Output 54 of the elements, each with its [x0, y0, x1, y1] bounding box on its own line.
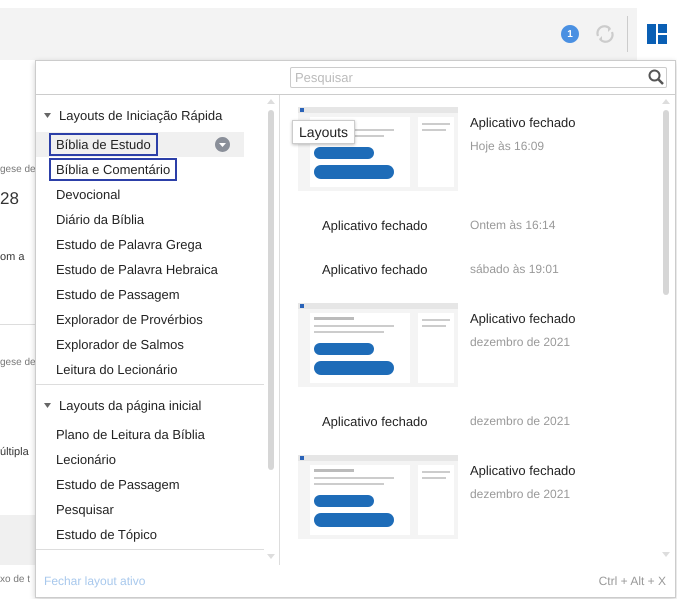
scroll-up-icon[interactable] [267, 99, 275, 104]
layout-item[interactable]: Devocional [49, 183, 128, 206]
keyboard-shortcut: Ctrl + Alt + X [598, 574, 666, 588]
history-title[interactable]: Aplicativo fechado [298, 414, 470, 429]
collapse-caret-icon [44, 113, 51, 118]
scroll-down-icon[interactable] [267, 554, 275, 560]
layout-item[interactable]: Estudo de Palavra Grega [49, 233, 209, 256]
section-header[interactable]: Layouts de Iniciação Rápida [36, 103, 279, 128]
history-time: Ontem às 16:14 [470, 218, 556, 232]
scroll-up-icon[interactable] [662, 99, 670, 104]
screenshot-thumbnail-drawing[interactable] [298, 107, 458, 192]
collapse-caret-icon [44, 403, 51, 408]
history-title[interactable]: Aplicativo fechado [470, 311, 576, 326]
search-icon[interactable] [648, 69, 664, 86]
layout-item[interactable]: Estudo de Palavra Hebraica [49, 258, 225, 282]
layout-item[interactable]: Explorador de Salmos [49, 333, 191, 356]
background-text: gese de [0, 357, 35, 368]
background-text: gese de [0, 164, 35, 175]
history-title[interactable]: Aplicativo fechado [298, 262, 470, 277]
scrollbar-thumb[interactable] [268, 110, 274, 470]
layout-item[interactable]: Pesquisar [49, 498, 121, 522]
section-header[interactable]: Layouts da página inicial [36, 393, 279, 418]
sync-icon[interactable] [594, 23, 616, 45]
history-time: sábado às 19:01 [470, 262, 559, 276]
screenshot-thumbnail-drawing[interactable] [298, 455, 458, 540]
history-title[interactable]: Aplicativo fechado [470, 463, 576, 478]
background-text: 28 [0, 189, 20, 209]
layout-item[interactable]: Lecionário [49, 448, 123, 472]
list-item-highlight[interactable]: Bíblia de Estudo [36, 132, 244, 158]
history-time: dezembro de 2021 [470, 335, 572, 350]
background-text: últipla [0, 446, 30, 458]
history-title[interactable]: Aplicativo fechado [298, 218, 470, 233]
tooltip: Layouts [292, 120, 356, 144]
history-time: Hoje às 16:09 [470, 139, 546, 154]
dropdown-icon[interactable] [215, 137, 230, 152]
background-text: xo de t [0, 574, 32, 585]
history-title[interactable]: Aplicativo fechado [470, 115, 576, 130]
outlined-layout-item[interactable]: Bíblia e Comentário [49, 158, 178, 182]
layout-item[interactable]: Estudo de Passagem [49, 283, 187, 306]
layout-item[interactable]: Explorador de Provérbios [49, 308, 210, 332]
scroll-down-icon[interactable] [662, 552, 670, 558]
layout-item[interactable]: Estudo de Tópico [49, 523, 164, 546]
layout-item[interactable]: Plano de Leitura da Bíblia [49, 423, 212, 446]
outlined-layout-item[interactable]: Bíblia de Estudo [49, 133, 158, 156]
layout-item[interactable]: Leitura do Lecionário [49, 358, 184, 382]
background-text: om a [0, 251, 26, 263]
screenshot-thumbnail-drawing[interactable] [298, 303, 458, 388]
search-field[interactable]: Pesquisar [290, 67, 667, 88]
history-time: dezembro de 2021 [470, 414, 570, 428]
history-time: dezembro de 2021 [470, 487, 572, 502]
scrollbar-thumb[interactable] [663, 110, 669, 296]
layout-icon[interactable] [647, 24, 667, 44]
layout-item[interactable]: Estudo de Passagem [49, 473, 187, 496]
layout-item[interactable]: Diário da Bíblia [49, 208, 152, 232]
